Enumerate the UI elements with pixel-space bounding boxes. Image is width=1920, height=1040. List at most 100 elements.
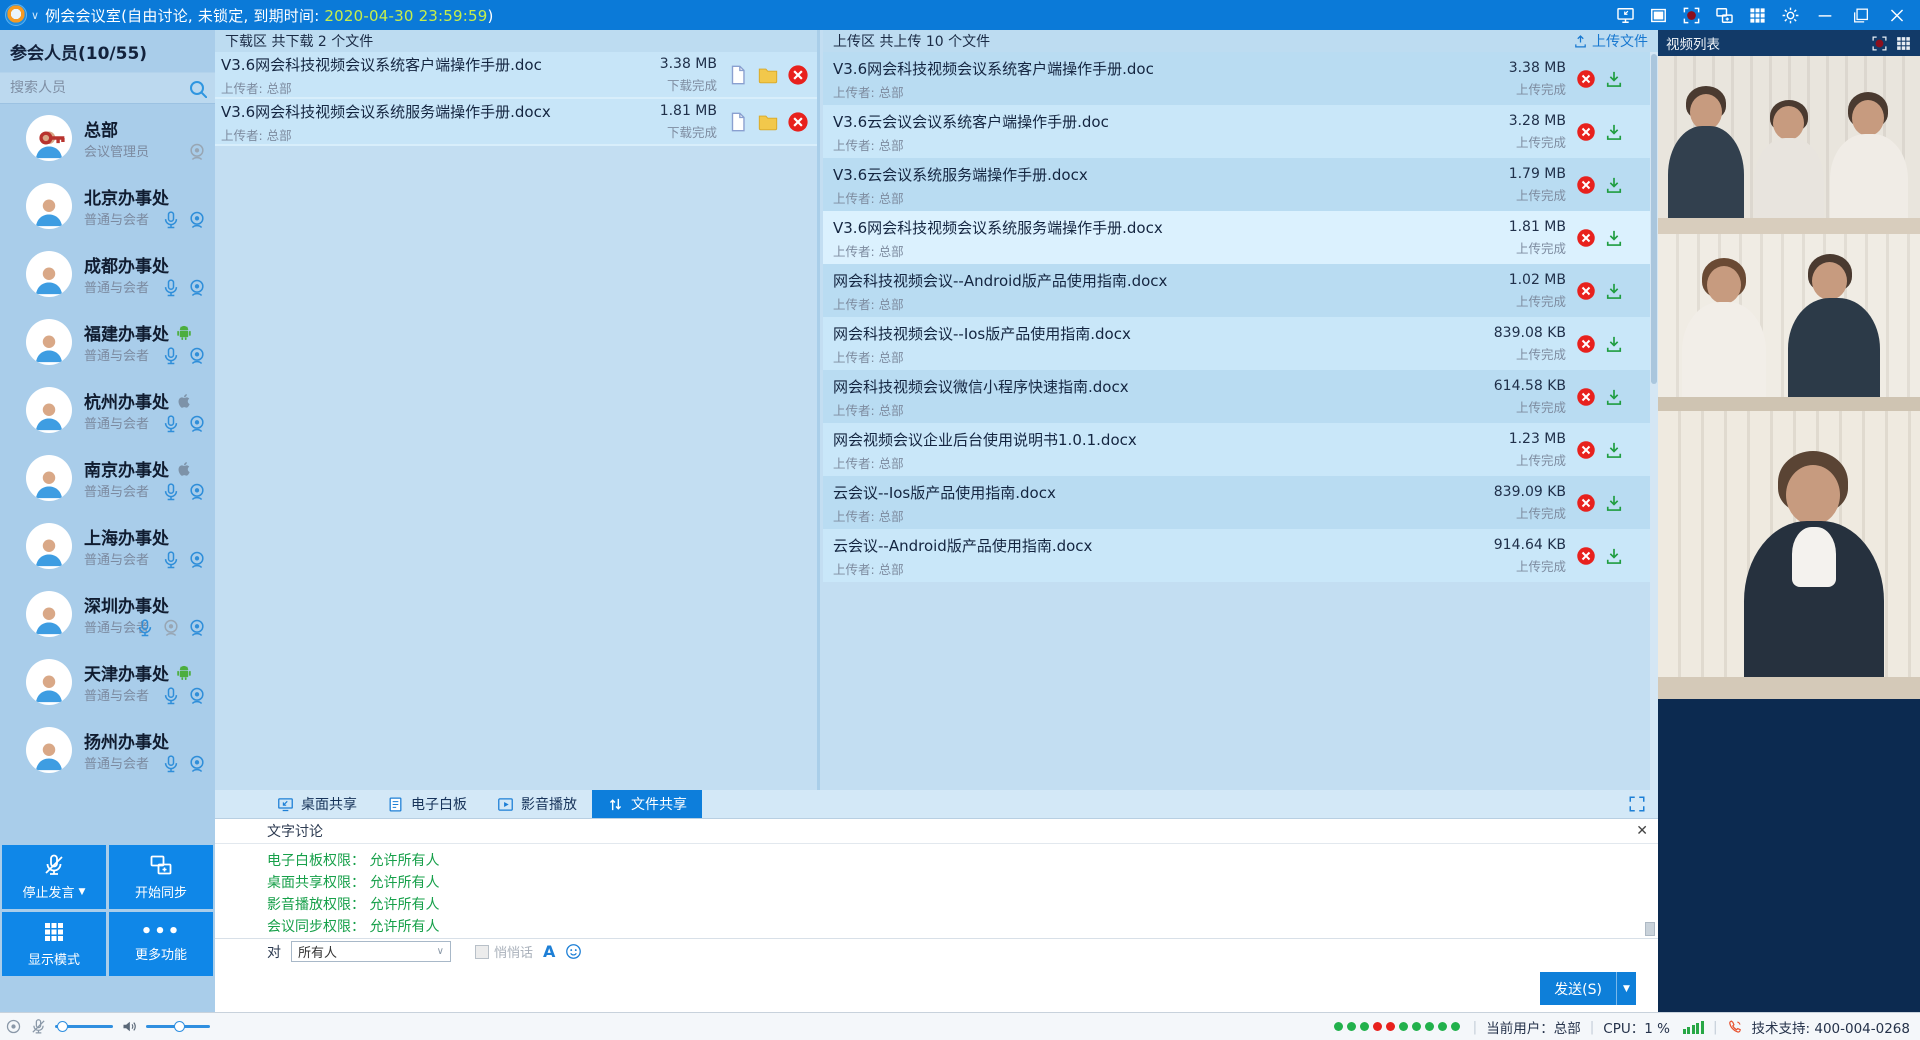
- delete-icon[interactable]: [1576, 122, 1596, 142]
- emoji-icon[interactable]: [565, 943, 582, 960]
- speaker-volume-slider[interactable]: [146, 1025, 210, 1028]
- participant-row[interactable]: 深圳办事处普通与会者: [0, 580, 215, 648]
- close-button[interactable]: [1886, 6, 1908, 25]
- settings-gear-icon[interactable]: [1781, 6, 1800, 25]
- participant-row[interactable]: 北京办事处普通与会者: [0, 172, 215, 240]
- mic-icon[interactable]: [161, 346, 181, 366]
- video-thumbnail[interactable]: [1658, 411, 1920, 699]
- send-button[interactable]: 发送(S): [1540, 972, 1616, 1005]
- mic-icon[interactable]: [161, 414, 181, 434]
- participant-search[interactable]: [0, 72, 215, 104]
- download-icon[interactable]: [1604, 546, 1624, 566]
- minimize-button[interactable]: [1814, 6, 1836, 25]
- download-file-row[interactable]: V3.6网会科技视频会议系统客户端操作手册.doc 上传者: 总部 3.38 M…: [215, 52, 817, 99]
- download-icon[interactable]: [1604, 387, 1624, 407]
- mic-icon[interactable]: [161, 482, 181, 502]
- webcam-off-icon[interactable]: [187, 142, 207, 162]
- close-icon[interactable]: ✕: [1636, 823, 1648, 839]
- delete-icon[interactable]: [1576, 228, 1596, 248]
- download-icon[interactable]: [1604, 281, 1624, 301]
- download-icon[interactable]: [1604, 334, 1624, 354]
- mic-icon[interactable]: [161, 550, 181, 570]
- upload-file-link[interactable]: 上传文件: [1573, 31, 1648, 51]
- upload-scrollbar[interactable]: [1650, 52, 1658, 790]
- whisper-checkbox[interactable]: 悄悄话: [475, 942, 533, 961]
- video-thumbnail[interactable]: [1658, 234, 1920, 411]
- webcam-icon[interactable]: [187, 210, 207, 230]
- delete-icon[interactable]: [1576, 546, 1596, 566]
- display-mode-button[interactable]: 显示模式: [2, 912, 106, 976]
- delete-icon[interactable]: [1576, 175, 1596, 195]
- speaker-icon[interactable]: [121, 1018, 138, 1035]
- upload-file-row[interactable]: V3.6网会科技视频会议系统客户端操作手册.doc上传者: 总部 3.38 MB…: [823, 52, 1658, 105]
- start-sync-button[interactable]: 开始同步: [109, 845, 213, 909]
- upload-file-row-selected[interactable]: V3.6网会科技视频会议系统服务端操作手册.docx上传者: 总部 1.81 M…: [823, 211, 1658, 264]
- delete-icon[interactable]: [1576, 440, 1596, 460]
- upload-file-row[interactable]: 网会科技视频会议--Android版产品使用指南.docx上传者: 总部 1.0…: [823, 264, 1658, 317]
- expand-icon[interactable]: [1628, 795, 1646, 813]
- video-thumbnail[interactable]: [1658, 56, 1920, 234]
- webcam-icon[interactable]: [187, 754, 207, 774]
- maximize-button[interactable]: [1850, 6, 1872, 25]
- webcam-icon[interactable]: [187, 346, 207, 366]
- participant-row[interactable]: 杭州办事处普通与会者: [0, 376, 215, 444]
- participant-row[interactable]: 福建办事处普通与会者: [0, 308, 215, 376]
- open-folder-icon[interactable]: [757, 64, 779, 86]
- delete-icon[interactable]: [1576, 69, 1596, 89]
- audio-level-icon[interactable]: [5, 1018, 22, 1035]
- screen-share-icon[interactable]: [1616, 6, 1635, 25]
- upload-file-row[interactable]: 云会议--Android版产品使用指南.docx上传者: 总部 914.64 K…: [823, 529, 1658, 582]
- mic-icon[interactable]: [161, 278, 181, 298]
- open-folder-icon[interactable]: [757, 111, 779, 133]
- upload-file-row[interactable]: V3.6云会议系统服务端操作手册.docx上传者: 总部 1.79 MB上传完成: [823, 158, 1658, 211]
- sync-screens-icon[interactable]: [1715, 6, 1734, 25]
- upload-file-row[interactable]: 云会议--Ios版产品使用指南.docx上传者: 总部 839.09 KB上传完…: [823, 476, 1658, 529]
- search-icon[interactable]: [187, 78, 207, 98]
- participant-row[interactable]: 扬州办事处普通与会者: [0, 716, 215, 784]
- download-icon[interactable]: [1604, 440, 1624, 460]
- mic-muted-icon[interactable]: [30, 1018, 47, 1035]
- download-icon[interactable]: [1604, 175, 1624, 195]
- open-file-icon[interactable]: [727, 111, 749, 133]
- delete-icon[interactable]: [1576, 281, 1596, 301]
- mic-icon[interactable]: [161, 686, 181, 706]
- webcam-icon[interactable]: [187, 482, 207, 502]
- webcam-icon[interactable]: [187, 414, 207, 434]
- mic-volume-slider[interactable]: [55, 1025, 113, 1028]
- webcam-off-icon[interactable]: [161, 618, 181, 638]
- window-mode-icon[interactable]: [1649, 6, 1668, 25]
- tab-media-play[interactable]: 影音播放: [482, 790, 592, 818]
- delete-icon[interactable]: [1576, 493, 1596, 513]
- tab-file-share[interactable]: 文件共享: [592, 790, 702, 818]
- webcam-icon[interactable]: [187, 278, 207, 298]
- download-file-row[interactable]: V3.6网会科技视频会议系统服务端操作手册.docx 上传者: 总部 1.81 …: [215, 99, 817, 146]
- delete-icon[interactable]: [1576, 334, 1596, 354]
- participant-row[interactable]: 天津办事处普通与会者: [0, 648, 215, 716]
- chat-scrollbar[interactable]: [1644, 844, 1656, 938]
- participant-row[interactable]: 总部会议管理员: [0, 104, 215, 172]
- download-icon[interactable]: [1604, 228, 1624, 248]
- send-options-arrow[interactable]: ▼: [1616, 972, 1636, 1005]
- webcam-icon[interactable]: [187, 550, 207, 570]
- font-style-icon[interactable]: A: [543, 942, 555, 961]
- search-input[interactable]: [10, 80, 187, 96]
- checkbox[interactable]: [475, 945, 489, 959]
- caret-down-icon[interactable]: ▼: [79, 887, 86, 897]
- chevron-down-icon[interactable]: ∨: [31, 9, 39, 22]
- mic-icon[interactable]: [135, 618, 155, 638]
- upload-file-row[interactable]: V3.6云会议会议系统客户端操作手册.doc上传者: 总部 3.28 MB上传完…: [823, 105, 1658, 158]
- video-layout-icon[interactable]: [1895, 35, 1912, 52]
- chat-compose-area[interactable]: 发送(S) ▼: [215, 964, 1658, 1011]
- mic-icon[interactable]: [161, 210, 181, 230]
- recipient-select[interactable]: 所有人∨: [291, 941, 451, 962]
- video-capture-icon[interactable]: [1871, 35, 1888, 52]
- mic-icon[interactable]: [161, 754, 181, 774]
- participant-row[interactable]: 成都办事处普通与会者: [0, 240, 215, 308]
- webcam-icon[interactable]: [187, 618, 207, 638]
- participant-row[interactable]: 南京办事处普通与会者: [0, 444, 215, 512]
- delete-icon[interactable]: [1576, 387, 1596, 407]
- participant-row[interactable]: 上海办事处普通与会者: [0, 512, 215, 580]
- delete-icon[interactable]: [787, 111, 809, 133]
- stop-speaking-button[interactable]: 停止发言▼: [2, 845, 106, 909]
- download-icon[interactable]: [1604, 122, 1624, 142]
